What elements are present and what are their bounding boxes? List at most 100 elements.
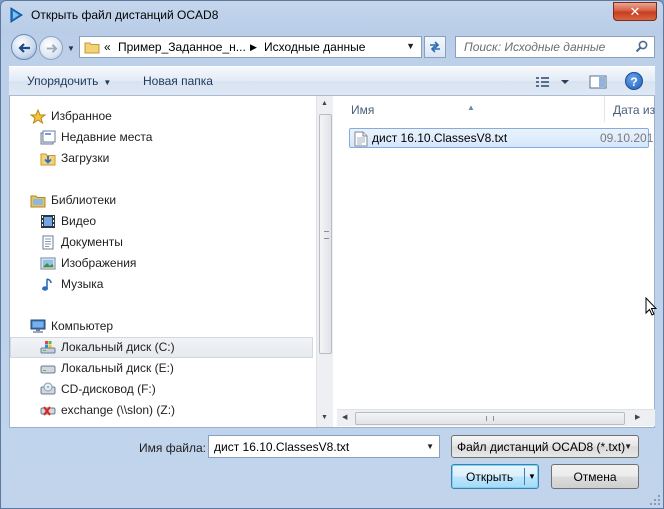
scrollbar-thumb[interactable] <box>355 412 625 425</box>
nav-item-computer[interactable]: Компьютер <box>10 316 313 337</box>
filetype-select[interactable]: Файл дистанций OCAD8 (*.txt) ▼ <box>451 435 639 458</box>
nav-item-documents[interactable]: Документы <box>10 232 313 253</box>
filename-value: дист 16.10.ClassesV8.txt <box>214 440 350 454</box>
file-date: 09.10.201 <box>600 131 654 145</box>
forward-arrow-icon <box>46 44 58 53</box>
refresh-button[interactable] <box>424 36 446 58</box>
search-input[interactable]: Поиск: Исходные данные <box>455 36 655 58</box>
computer-icon <box>30 319 46 334</box>
downloads-folder-icon <box>40 151 56 166</box>
column-header-label: Дата изм <box>613 103 655 117</box>
scroll-down-icon[interactable]: ▼ <box>321 414 328 421</box>
window-title: Открыть файл дистанций OCAD8 <box>31 8 219 22</box>
nav-item-music[interactable]: Музыка <box>10 274 313 295</box>
open-options-dropdown-icon[interactable]: ▼ <box>528 472 536 481</box>
breadcrumb-overflow[interactable]: « <box>104 40 111 54</box>
back-button[interactable] <box>11 34 37 60</box>
libraries-icon <box>30 193 46 208</box>
forward-button[interactable] <box>39 36 63 60</box>
system-drive-icon <box>40 340 56 355</box>
star-icon <box>29 108 47 125</box>
app-icon <box>9 7 23 23</box>
address-bar[interactable]: « Пример_Заданное_н... ▶ Исходные данные… <box>79 36 422 58</box>
nav-item-drive-e[interactable]: Локальный диск (E:) <box>10 358 313 379</box>
close-button[interactable]: ✕ <box>613 2 657 21</box>
pictures-library-icon <box>40 256 56 271</box>
open-button-label: Открыть <box>466 470 514 484</box>
cancel-button[interactable]: Отмена <box>551 464 639 489</box>
breadcrumb-separator-icon[interactable]: ▶ <box>250 42 257 53</box>
search-icon[interactable] <box>635 40 648 56</box>
grip-icon <box>324 231 329 239</box>
chevron-down-icon: ▼ <box>624 442 632 451</box>
filename-combobox[interactable]: дист 16.10.ClassesV8.txt ▼ <box>208 435 440 458</box>
nav-item-drive-c[interactable]: Локальный диск (C:) <box>10 337 313 358</box>
search-placeholder: Поиск: Исходные данные <box>464 40 606 54</box>
network-drive-disconnected-icon <box>40 403 56 418</box>
preview-pane-button[interactable] <box>589 74 607 90</box>
nav-item-label: Избранное <box>51 109 112 123</box>
organize-label: Упорядочить <box>27 74 99 88</box>
hard-drive-icon <box>40 361 56 376</box>
nav-item-downloads[interactable]: Загрузки <box>10 148 313 169</box>
nav-item-recent-places[interactable]: Недавние места <box>10 127 313 148</box>
nav-item-cd-drive[interactable]: CD-дисковод (F:) <box>10 379 313 400</box>
split-divider <box>524 468 525 485</box>
filetype-value: Файл дистанций OCAD8 (*.txt) <box>457 440 626 454</box>
cancel-button-label: Отмена <box>573 470 617 484</box>
nav-item-label: exchange (\\slon) (Z:) <box>61 403 176 417</box>
file-name: дист 16.10.ClassesV8.txt <box>372 131 508 145</box>
nav-item-video[interactable]: Видео <box>10 211 313 232</box>
column-header-label: Имя <box>351 103 375 117</box>
title-bar[interactable]: Открыть файл дистанций OCAD8 ✕ <box>1 1 663 29</box>
navigation-scrollbar[interactable]: ▲ ▼ <box>316 96 333 427</box>
back-arrow-icon <box>18 43 30 53</box>
filename-label: Имя файла: <box>139 441 206 455</box>
nav-item-label: Документы <box>61 235 123 249</box>
documents-library-icon <box>40 235 56 250</box>
refresh-icon <box>430 41 440 53</box>
text-file-icon <box>354 131 368 150</box>
organize-button[interactable]: Упорядочить ▼ <box>27 74 111 88</box>
nav-item-label: Компьютер <box>51 319 114 333</box>
nav-item-label: Изображения <box>61 256 137 270</box>
nav-item-network-drive[interactable]: exchange (\\slon) (Z:) <box>10 400 313 421</box>
file-list-item[interactable]: дист 16.10.ClassesV8.txt 09.10.201 <box>349 128 653 150</box>
new-folder-button[interactable]: Новая папка <box>143 74 213 88</box>
preview-pane-icon <box>589 75 607 89</box>
address-dropdown-icon[interactable]: ▼ <box>406 41 415 51</box>
scroll-up-icon[interactable]: ▲ <box>321 100 328 107</box>
nav-item-favorites[interactable]: Избранное <box>10 106 313 127</box>
column-header-date[interactable]: Дата изм <box>605 96 655 122</box>
change-view-button[interactable] <box>535 74 575 90</box>
chevron-down-icon: ▼ <box>103 78 112 87</box>
file-list-horizontal-scrollbar[interactable]: ◀ ▶ <box>337 409 655 426</box>
nav-item-label: Недавние места <box>61 130 153 144</box>
column-header-name[interactable]: ▲ Имя <box>337 96 605 122</box>
chevron-down-icon[interactable]: ▼ <box>426 442 434 451</box>
music-library-icon <box>40 277 56 292</box>
command-toolbar: Упорядочить ▼ Новая папка ? <box>9 66 655 96</box>
breadcrumb-item[interactable]: Пример_Заданное_н... <box>118 40 246 54</box>
open-file-dialog: Открыть файл дистанций OCAD8 ✕ ▼ « Приме… <box>0 0 664 509</box>
open-button[interactable]: Открыть ▼ <box>451 464 539 489</box>
scrollbar-thumb[interactable] <box>319 114 332 354</box>
cd-drive-icon <box>40 382 56 397</box>
nav-item-label: Музыка <box>61 277 104 291</box>
scroll-left-icon[interactable]: ◀ <box>342 413 347 421</box>
breadcrumb-item[interactable]: Исходные данные <box>264 40 365 54</box>
resize-grip-icon[interactable] <box>649 494 661 506</box>
help-button[interactable]: ? <box>625 72 643 90</box>
navigation-pane: Избранное Недавние места Загрузки Библио… <box>10 96 316 427</box>
nav-item-label: Загрузки <box>61 151 110 165</box>
nav-item-libraries[interactable]: Библиотеки <box>10 190 313 211</box>
sort-ascending-icon: ▲ <box>467 103 475 112</box>
nav-item-label: Библиотеки <box>51 193 117 207</box>
nav-item-label: CD-дисковод (F:) <box>61 382 156 396</box>
recent-pages-dropdown-icon[interactable]: ▼ <box>67 44 75 53</box>
nav-item-label: Локальный диск (C:) <box>61 340 175 354</box>
scroll-right-icon[interactable]: ▶ <box>635 413 640 421</box>
nav-item-pictures[interactable]: Изображения <box>10 253 313 274</box>
folder-icon <box>84 40 100 57</box>
mouse-cursor-icon <box>645 297 657 316</box>
